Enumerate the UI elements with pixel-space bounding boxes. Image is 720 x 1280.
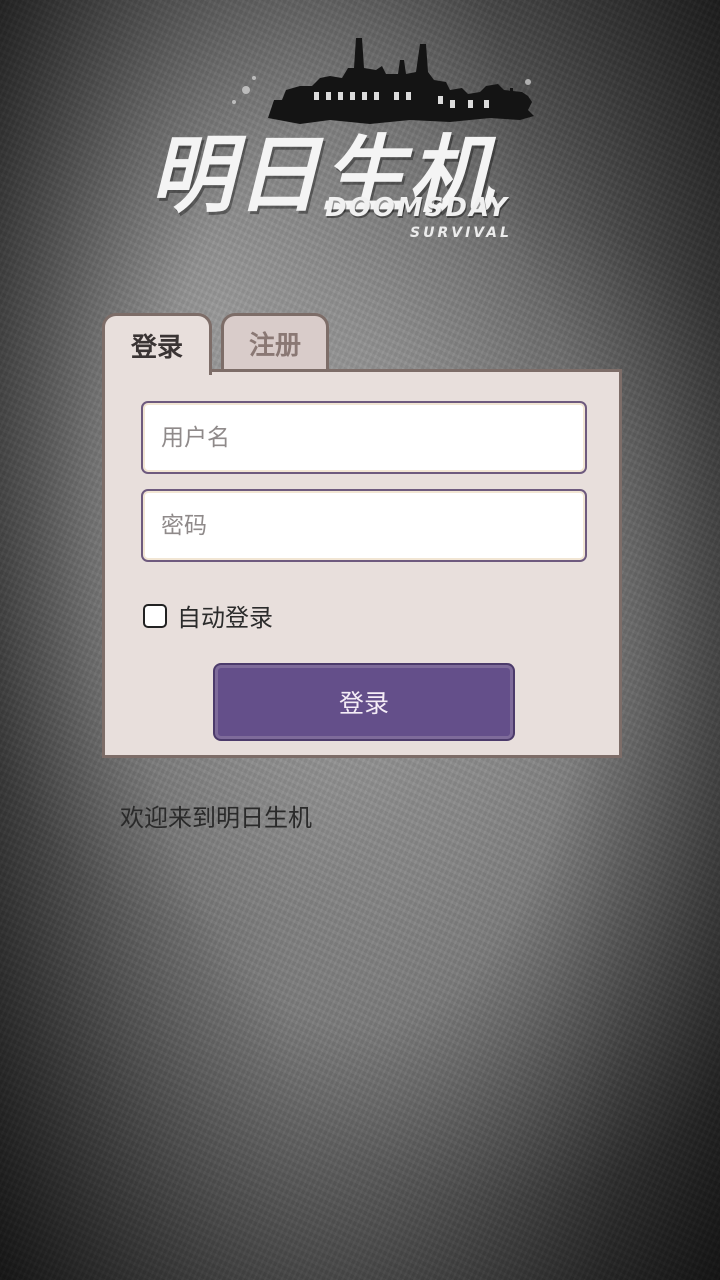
logo-subtitle-en: SURVIVAL: [410, 225, 512, 241]
login-button[interactable]: 登录: [215, 665, 513, 739]
password-input[interactable]: [141, 489, 587, 562]
username-input[interactable]: [141, 401, 587, 474]
logo-title-en: DOOMSDAY: [325, 193, 509, 223]
auto-login-checkbox[interactable]: [143, 603, 167, 628]
auto-login-label: 自动登录: [177, 604, 273, 632]
welcome-text: 欢迎来到明日生机: [120, 804, 312, 832]
login-panel: 自动登录 登录: [102, 369, 622, 758]
auto-login-option[interactable]: 自动登录: [143, 598, 273, 633]
tab-register[interactable]: 注册: [221, 313, 329, 371]
tab-login[interactable]: 登录: [102, 313, 212, 375]
game-logo: 明日生机 DOOMSDAY SURVIVAL: [150, 30, 560, 245]
